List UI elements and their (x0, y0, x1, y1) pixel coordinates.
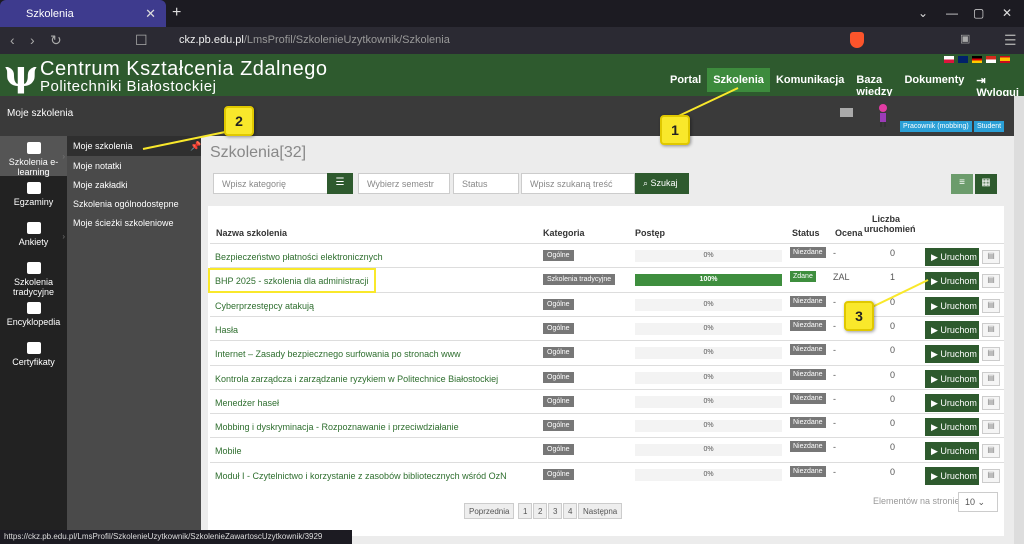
callout-2: 2 (224, 106, 254, 136)
callout-3: 3 (844, 301, 874, 331)
callout-arrows (142, 87, 929, 309)
status-bar-url: https://ckz.pb.edu.pl/LmsProfil/Szkoleni… (0, 530, 352, 544)
page-scrollbar[interactable] (1014, 96, 1024, 544)
callout-1: 1 (660, 115, 690, 145)
